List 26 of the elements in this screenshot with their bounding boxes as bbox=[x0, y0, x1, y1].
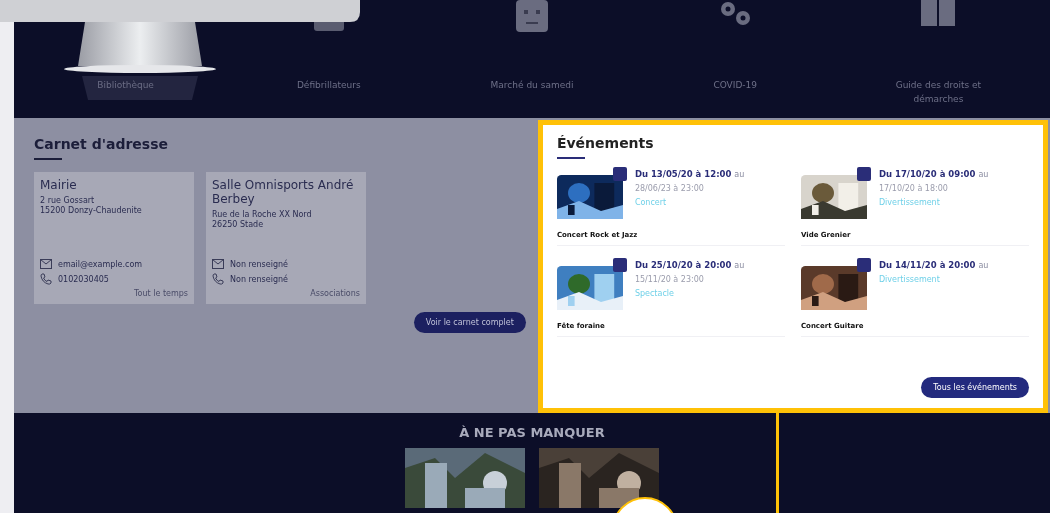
nav-link[interactable]: Marché du samedi bbox=[490, 78, 574, 92]
section-title: À NE PAS MANQUER bbox=[459, 425, 605, 440]
event-date: Du 17/10/20 à 09:00 au bbox=[878, 169, 989, 179]
address-text: 2 rue Gossart 15200 Donzy-Chaudenite bbox=[40, 196, 143, 216]
category-label: Tout le temps bbox=[133, 289, 188, 298]
address-text: Rue de la Roche XX Nord 26250 Stade bbox=[212, 210, 313, 230]
event-end-date: 17/10/20 à 18:00 bbox=[878, 184, 949, 193]
nav-link[interactable]: COVID-19 bbox=[713, 78, 758, 92]
place-name: Mairie bbox=[40, 178, 78, 192]
event-end-date: 15/11/20 à 23:00 bbox=[634, 275, 705, 284]
place-name: Salle Omnisports André Berbey bbox=[212, 178, 355, 206]
event-date: Du 25/10/20 à 20:00 au bbox=[634, 260, 745, 270]
contact-text: email@example.com bbox=[58, 259, 143, 269]
address-book-button[interactable]: Voir le carnet complet bbox=[413, 312, 526, 333]
nav-link[interactable]: Défibrillateurs bbox=[296, 78, 361, 92]
section-title: Carnet d'adresse bbox=[34, 136, 169, 152]
contact-text: Non renseigné bbox=[230, 259, 288, 269]
contact-text: 0102030405 bbox=[58, 274, 109, 284]
contact-text: Non renseigné bbox=[230, 274, 288, 284]
event-date: Du 14/11/20 à 20:00 au bbox=[878, 260, 989, 270]
event-end-date: 28/06/23 à 23:00 bbox=[634, 184, 705, 193]
event-date: Du 13/05/20 à 12:00 au bbox=[634, 169, 745, 179]
all-events-button[interactable]: Tous les événements bbox=[921, 377, 1029, 398]
category-label: Associations bbox=[309, 289, 360, 298]
section-title: Événements bbox=[556, 135, 655, 151]
nav-link[interactable]: Guide des droits et démarches bbox=[893, 78, 984, 106]
